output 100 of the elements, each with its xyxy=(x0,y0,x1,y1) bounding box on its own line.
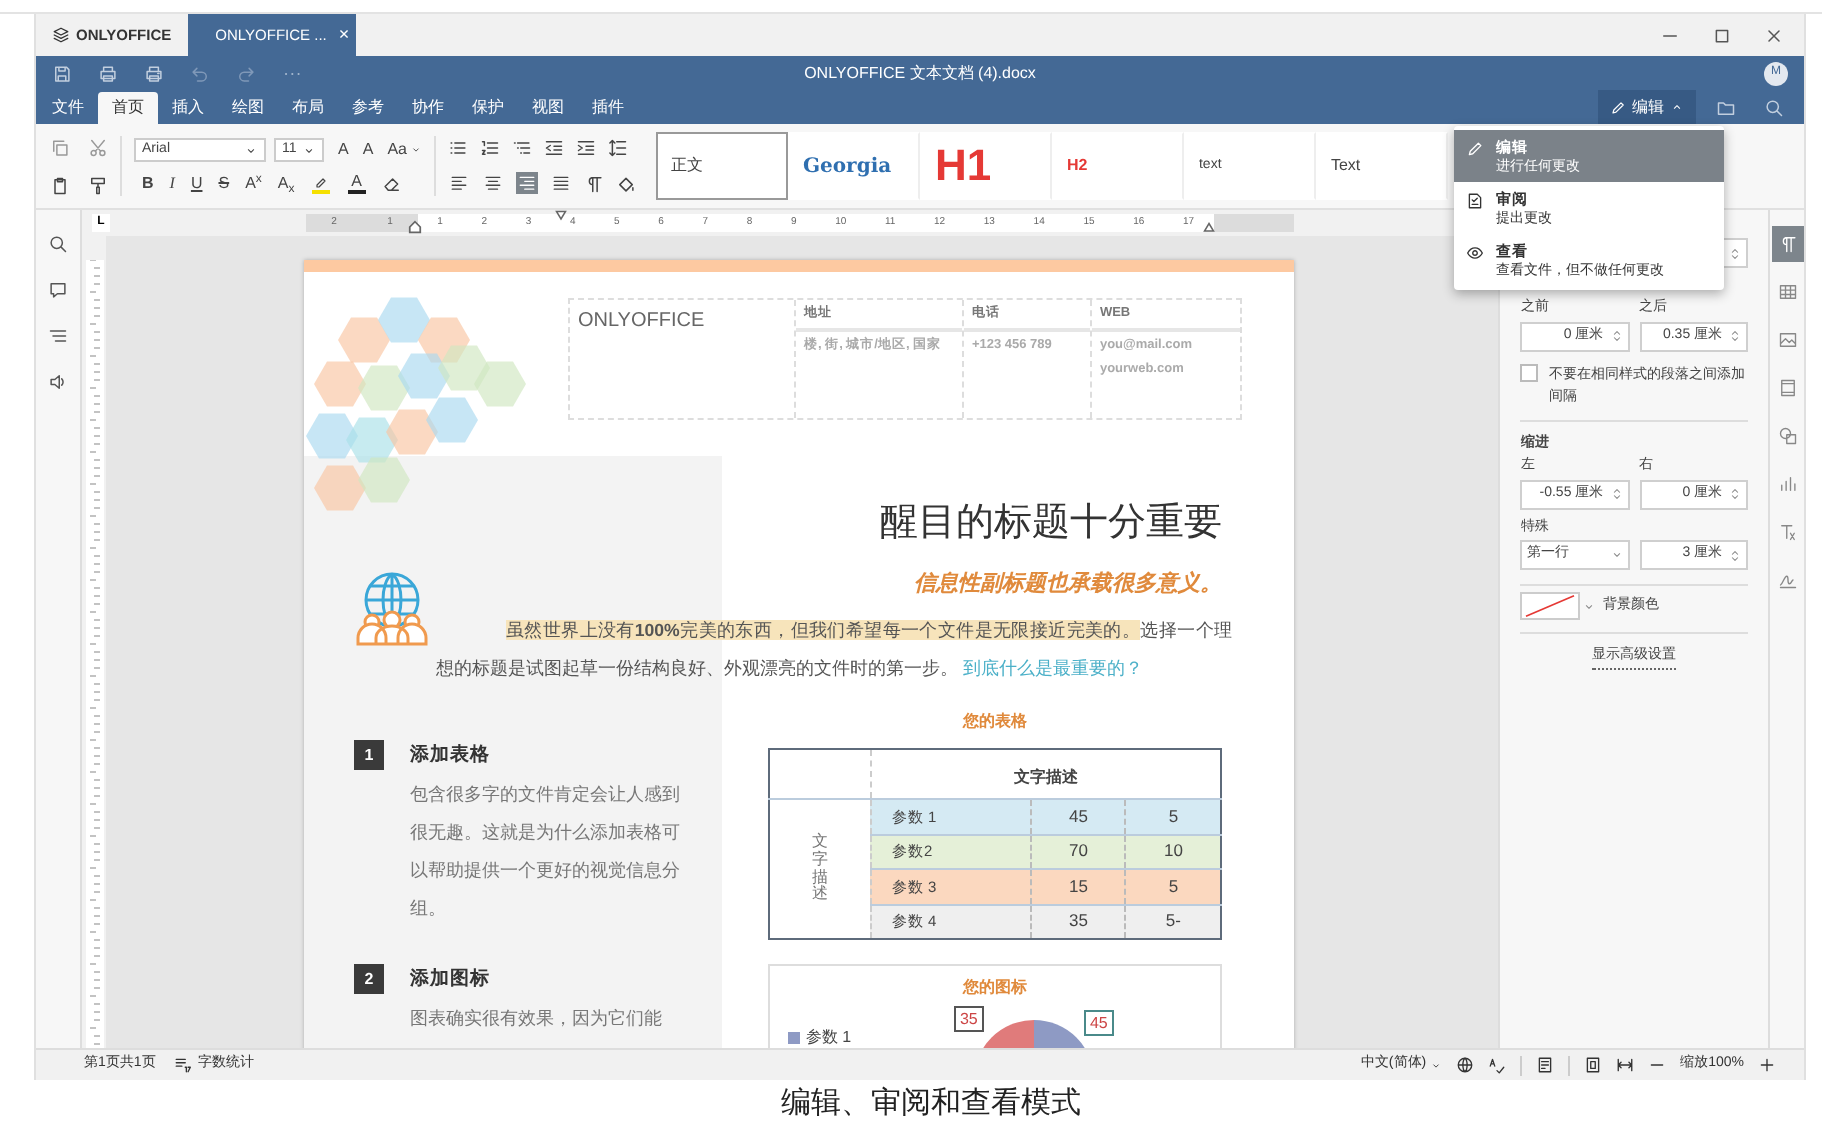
increase-indent-icon[interactable] xyxy=(576,138,597,158)
headings-icon[interactable] xyxy=(47,326,68,346)
shading-icon[interactable] xyxy=(616,173,637,193)
word-count-icon xyxy=(173,1056,192,1074)
paragraph-settings-icon[interactable] xyxy=(1771,226,1804,262)
company-name: ONLYOFFICE xyxy=(575,308,707,336)
folder-icon[interactable] xyxy=(1716,97,1736,117)
line-spacing-icon[interactable] xyxy=(608,138,629,158)
close-icon[interactable] xyxy=(1764,25,1784,45)
spinner-icon xyxy=(1728,328,1743,344)
section-body: 包含很多字的文件肯定会让人感到很无趣。这就是为什么添加表格可以帮助提供一个更好的视觉信息分组。 xyxy=(409,782,682,922)
globe-icon[interactable] xyxy=(1456,1056,1475,1074)
menu-tab[interactable]: 插件 xyxy=(578,92,638,124)
no-color-swatch-icon xyxy=(1520,592,1581,620)
caret-icon xyxy=(244,143,258,157)
checkbox[interactable] xyxy=(1520,363,1539,381)
caret-icon xyxy=(302,143,316,157)
fit-page-icon[interactable] xyxy=(1584,1056,1603,1074)
section-number: 1 xyxy=(353,740,384,770)
spinner-icon xyxy=(1609,328,1624,344)
table-cell: 45 xyxy=(1030,799,1126,834)
spinner-icon xyxy=(1609,486,1624,502)
align-icon[interactable] xyxy=(550,172,573,194)
table-cell: 5 xyxy=(1125,799,1221,834)
document-heading: 醒目的标题十分重要 xyxy=(877,498,1224,546)
chart-title: 您的图标 xyxy=(960,976,1029,1000)
table-header: 文字描述 xyxy=(1013,768,1078,786)
copy-icon[interactable] xyxy=(50,137,70,157)
highlight-button[interactable] xyxy=(310,174,331,194)
bullet-list-icon[interactable] xyxy=(448,138,469,158)
format-button[interactable]: B xyxy=(142,174,154,194)
data-label: 35 xyxy=(953,1006,984,1032)
numbered-list-icon[interactable] xyxy=(480,138,501,158)
format-button[interactable]: A$_{x}$ xyxy=(277,174,295,194)
menu-tab[interactable]: 首页 xyxy=(98,92,158,124)
fit-width-icon[interactable] xyxy=(1616,1056,1635,1074)
pencil-icon xyxy=(1610,99,1626,115)
caret-icon xyxy=(410,144,423,156)
menu-tab[interactable]: 插入 xyxy=(158,92,218,124)
globe-people-icon xyxy=(351,570,432,646)
spinner-icon xyxy=(1728,245,1743,261)
menu-tab[interactable]: 文件 xyxy=(38,92,98,124)
section-heading: 添加表格 xyxy=(409,742,492,770)
save-icon[interactable] xyxy=(52,63,72,83)
style-preset[interactable]: 正文 xyxy=(656,132,789,200)
zoom-in-icon[interactable] xyxy=(1758,1056,1776,1074)
close-tab-button[interactable]: × xyxy=(338,21,350,49)
legend-label: 参数 1 xyxy=(805,1026,852,1048)
track-changes-icon[interactable] xyxy=(1536,1056,1555,1074)
clear-format-icon[interactable] xyxy=(382,174,403,194)
table-cell: 10 xyxy=(1125,834,1221,869)
font-size-button[interactable]: Aa xyxy=(387,140,407,160)
pencil-icon xyxy=(1466,140,1484,158)
menu-tab[interactable]: 布局 xyxy=(278,92,338,124)
align-icon[interactable] xyxy=(448,172,471,194)
row-header: 文字描述 xyxy=(811,833,828,905)
menu-tab[interactable]: 参考 xyxy=(338,92,398,124)
menu-tab[interactable]: 绘图 xyxy=(218,92,278,124)
edit-mode-button[interactable]: 编辑 xyxy=(1598,90,1696,124)
format-button[interactable]: A$^{x}$ xyxy=(245,174,262,194)
menu-tab[interactable]: 视图 xyxy=(518,92,578,124)
search-icon[interactable] xyxy=(47,234,68,254)
font-color-button[interactable]: A xyxy=(346,174,367,194)
table-cell: 35 xyxy=(1030,904,1126,939)
format-button[interactable]: I xyxy=(169,174,175,194)
pilcrow-icon[interactable] xyxy=(584,173,605,193)
review-icon xyxy=(1466,192,1484,210)
spinner-icon xyxy=(1728,486,1743,502)
layers-logo-icon xyxy=(52,26,70,44)
print-icon[interactable] xyxy=(98,63,118,83)
font-size-button[interactable]: A xyxy=(338,140,349,160)
table-cell: 15 xyxy=(1030,869,1126,904)
comment-icon[interactable] xyxy=(47,280,68,300)
quick-print-icon[interactable] xyxy=(144,63,164,83)
section-heading: 添加图标 xyxy=(409,966,492,994)
section-number: 2 xyxy=(353,964,384,994)
maximize-icon[interactable] xyxy=(1712,25,1732,45)
speaker-icon[interactable] xyxy=(47,372,68,392)
caret-icon xyxy=(1582,599,1597,613)
document-subtitle: 信息性副标题也承载很多意义。 xyxy=(911,570,1224,598)
format-button[interactable]: U xyxy=(190,174,203,194)
spell-check-icon[interactable] xyxy=(1488,1056,1507,1074)
multilevel-list-icon[interactable] xyxy=(512,138,533,158)
decrease-indent-icon[interactable] xyxy=(544,138,565,158)
font-size-button[interactable]: A xyxy=(362,140,374,160)
spinner-icon xyxy=(1728,547,1743,563)
figure-caption: 编辑、审阅和查看模式 xyxy=(779,1083,1083,1124)
document-title: ONLYOFFICE 文本文档 (4).docx xyxy=(804,61,1036,85)
background-color-picker[interactable] xyxy=(1520,592,1597,620)
format-painter-icon[interactable] xyxy=(88,175,108,195)
first-line-indent-icon[interactable] xyxy=(553,210,568,222)
format-button[interactable]: S xyxy=(218,174,230,194)
menu-tab[interactable]: 保护 xyxy=(458,92,518,124)
align-icon[interactable] xyxy=(482,172,505,194)
data-label: 45 xyxy=(1083,1010,1114,1036)
cut-icon[interactable] xyxy=(88,137,108,157)
legend-swatch xyxy=(787,1032,800,1044)
paste-icon[interactable] xyxy=(50,175,70,195)
table-title: 您的表格 xyxy=(960,710,1029,734)
menu-tab[interactable]: 协作 xyxy=(398,92,458,124)
